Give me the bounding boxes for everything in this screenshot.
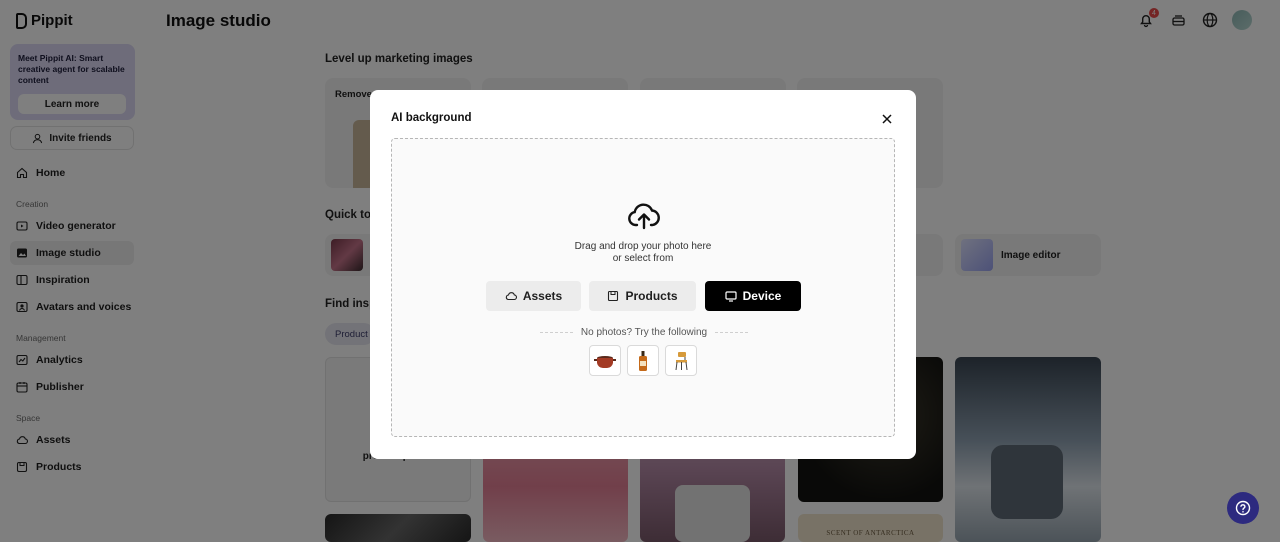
device-button[interactable]: Device (705, 281, 801, 311)
ai-background-modal: AI background Drag and drop your photo h… (370, 90, 916, 459)
device-label: Device (742, 289, 782, 303)
help-icon (1235, 500, 1251, 516)
upload-dropzone[interactable]: Drag and drop your photo here or select … (391, 138, 895, 437)
close-button[interactable] (880, 112, 894, 126)
monitor-icon (725, 291, 737, 302)
sample-hint-row: No photos? Try the following (540, 327, 748, 338)
divider (540, 332, 573, 333)
assets-button[interactable]: Assets (486, 281, 581, 311)
assets-label: Assets (522, 289, 563, 303)
products-button[interactable]: Products (589, 281, 696, 311)
chair-icon (675, 351, 688, 370)
drop-instruction: Drag and drop your photo here (574, 241, 712, 252)
cloud-icon (505, 292, 517, 301)
close-icon (882, 114, 892, 124)
sample-chair[interactable] (665, 345, 697, 376)
help-button[interactable] (1227, 492, 1259, 524)
sample-pot[interactable] (589, 345, 621, 376)
cloud-upload-icon (628, 203, 660, 230)
bottle-icon (639, 350, 647, 371)
modal-title: AI background (391, 112, 472, 124)
pot-icon (594, 355, 616, 368)
products-label: Products (625, 289, 678, 303)
product-box-icon (608, 290, 619, 302)
sample-images (589, 345, 697, 376)
divider (715, 332, 748, 333)
sample-bottle[interactable] (627, 345, 659, 376)
drop-instruction-sub: or select from (612, 253, 674, 264)
sample-hint: No photos? Try the following (580, 327, 708, 338)
